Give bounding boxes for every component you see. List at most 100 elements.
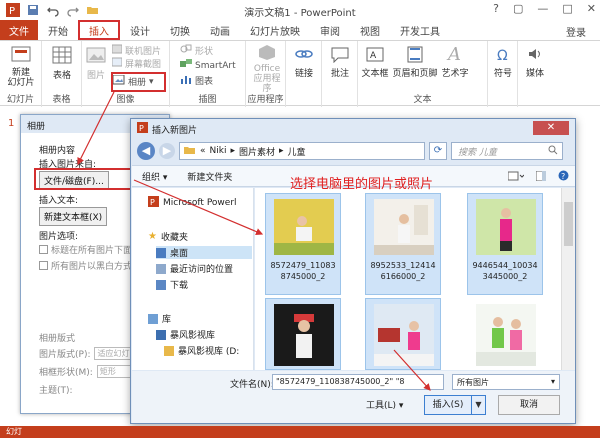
- header-footer-label: 页眉和页脚: [392, 69, 438, 79]
- new-folder-button[interactable]: 新建文件夹: [177, 170, 242, 183]
- media-button[interactable]: 媒体: [523, 45, 547, 79]
- maximize-icon[interactable]: □: [562, 2, 572, 15]
- tab-insert[interactable]: 插入: [78, 20, 120, 40]
- nav-item-favorites[interactable]: ★ 收藏夹: [148, 230, 188, 243]
- insert-button[interactable]: 插入(S): [424, 395, 472, 415]
- caption-checkbox[interactable]: [39, 245, 48, 254]
- picture-button[interactable]: 图片: [84, 45, 108, 81]
- refresh-icon[interactable]: ⟳: [429, 142, 447, 160]
- comment-button[interactable]: 批注: [328, 45, 352, 79]
- tab-file[interactable]: 文件: [0, 20, 38, 40]
- status-bar: 幻灯: [0, 426, 600, 438]
- file-thumbnail[interactable]: [467, 298, 543, 370]
- view-options-icon[interactable]: [507, 171, 525, 184]
- help-circle-icon[interactable]: ?: [558, 170, 569, 184]
- dialog-close-button[interactable]: ✕: [533, 121, 569, 135]
- tab-animations[interactable]: 动画: [200, 20, 240, 40]
- close-window-icon[interactable]: ✕: [587, 2, 596, 15]
- group-label-slides: 幻灯片: [6, 95, 34, 105]
- search-input[interactable]: 搜索 儿童: [451, 142, 563, 160]
- table-button[interactable]: 表格: [50, 45, 74, 81]
- picture-layout-select[interactable]: 适应幻灯: [94, 347, 133, 360]
- symbol-label: 符号: [493, 69, 512, 79]
- vertical-scrollbar[interactable]: [561, 188, 575, 370]
- path-separator-icon: «: [200, 146, 206, 156]
- tab-developer[interactable]: 开发工具: [390, 20, 450, 40]
- nav-item-baofeng-drive[interactable]: 暴风影视库 (D:: [164, 344, 239, 357]
- ribbon-group-media: 媒体: [518, 41, 552, 107]
- tab-view[interactable]: 视图: [350, 20, 390, 40]
- file-thumbnail[interactable]: [365, 298, 441, 370]
- tab-transitions[interactable]: 切换: [160, 20, 200, 40]
- path-picture-materials[interactable]: 图片素材: [239, 145, 275, 158]
- screenshot-button[interactable]: 屏幕截图: [111, 57, 161, 70]
- nav-item-desktop[interactable]: 桌面: [156, 246, 252, 259]
- black-white-option[interactable]: 所有图片以黑白方式: [39, 259, 132, 272]
- caption-option[interactable]: 标题在所有图片下面: [39, 243, 132, 256]
- file-list: 8572479_11083 8745000_2 8952533_12414 61…: [255, 188, 561, 370]
- filename-input[interactable]: "8572479_110838745000_2" "8: [272, 374, 444, 390]
- path-children[interactable]: 儿童: [288, 145, 306, 158]
- insert-dialog-title: 插入新图片: [152, 125, 198, 136]
- wordart-button[interactable]: A 艺术字: [440, 43, 470, 79]
- black-white-checkbox[interactable]: [39, 261, 48, 270]
- black-white-option-label: 所有图片以黑白方式: [51, 262, 133, 272]
- tab-slideshow[interactable]: 幻灯片放映: [240, 20, 310, 40]
- caption-option-label: 标题在所有图片下面: [51, 246, 133, 256]
- login-link[interactable]: 登录: [566, 24, 586, 39]
- tab-review[interactable]: 审阅: [310, 20, 350, 40]
- tab-design[interactable]: 设计: [120, 20, 160, 40]
- nav-item-downloads[interactable]: 下载: [156, 278, 188, 291]
- minimize-icon[interactable]: —: [537, 2, 548, 15]
- scrollbar-thumb[interactable]: [564, 202, 573, 246]
- filetype-select[interactable]: 所有图片 ▾: [452, 374, 560, 390]
- shapes-button[interactable]: 形状: [180, 44, 213, 57]
- header-footer-button[interactable]: 页眉和页脚: [392, 45, 438, 79]
- address-bar[interactable]: « Niki ▸ 图片素材 ▸ 儿童: [179, 142, 425, 160]
- file-thumbnail[interactable]: 9446544_10034 3445000_2: [467, 193, 543, 295]
- album-layout-heading: 相册版式: [39, 334, 76, 344]
- ribbon-display-icon[interactable]: ▢: [513, 2, 523, 15]
- path-niki[interactable]: Niki: [210, 146, 227, 156]
- organize-button[interactable]: 组织 ▾: [132, 170, 177, 183]
- textbox-button[interactable]: A 文本框: [360, 45, 390, 79]
- nav-item-powerpoint[interactable]: P Microsoft Powerl: [148, 196, 237, 210]
- cancel-button[interactable]: 取消: [498, 395, 560, 415]
- picture-layout-field: 图片版式(P): 适应幻灯: [39, 347, 133, 360]
- online-picture-label: 联机图片: [125, 47, 162, 57]
- file-thumbnail[interactable]: 8572479_11083 8745000_2: [265, 193, 341, 295]
- search-placeholder: 搜索 儿童: [458, 147, 497, 158]
- file-thumbnail[interactable]: 8952533_12414 6166000_2: [365, 193, 441, 295]
- powerpoint-folder-icon: P: [148, 196, 159, 210]
- nav-item-libraries[interactable]: 库: [148, 312, 171, 325]
- wordart-label: 艺术字: [441, 69, 469, 79]
- tab-home[interactable]: 开始: [38, 20, 78, 40]
- online-picture-button[interactable]: 联机图片: [111, 44, 162, 57]
- chart-button[interactable]: 图表: [180, 74, 213, 87]
- symbol-button[interactable]: Ω 符号: [491, 45, 515, 79]
- group-label-illustrations: 插图: [198, 95, 217, 105]
- back-arrow-icon[interactable]: ◀: [137, 142, 155, 160]
- file-thumbnail[interactable]: [265, 298, 341, 370]
- new-slide-icon: [11, 46, 31, 62]
- nav-item-baofeng-library[interactable]: 暴风影视库: [156, 328, 215, 341]
- forward-arrow-icon[interactable]: ▶: [159, 143, 175, 159]
- tools-button[interactable]: 工具(L) ▾: [366, 398, 403, 411]
- smartart-button[interactable]: SmartArt: [180, 59, 236, 72]
- picture-label: 图片: [86, 71, 105, 81]
- office-apps-label: Office 应用程序: [253, 64, 281, 94]
- nav-item-recent[interactable]: 最近访问的位置: [156, 262, 233, 275]
- omega-icon: Ω: [497, 48, 508, 64]
- preview-pane-icon[interactable]: [535, 170, 547, 184]
- insert-dialog-titlebar: P 插入新图片: [131, 119, 575, 139]
- chart-icon: [180, 74, 192, 87]
- help-icon[interactable]: ?: [493, 2, 499, 15]
- office-apps-button[interactable]: Office 应用程序: [250, 43, 284, 94]
- svg-text:A: A: [446, 44, 461, 63]
- link-button[interactable]: 链接: [292, 45, 316, 79]
- insert-dropdown-icon[interactable]: ▼: [472, 395, 486, 415]
- new-textbox-button[interactable]: 新建文本框(X): [39, 207, 108, 226]
- new-slide-button[interactable]: 新建 幻灯片: [4, 45, 38, 88]
- album-content-heading: 相册内容: [39, 146, 76, 156]
- tools-label: 工具(L): [366, 401, 397, 411]
